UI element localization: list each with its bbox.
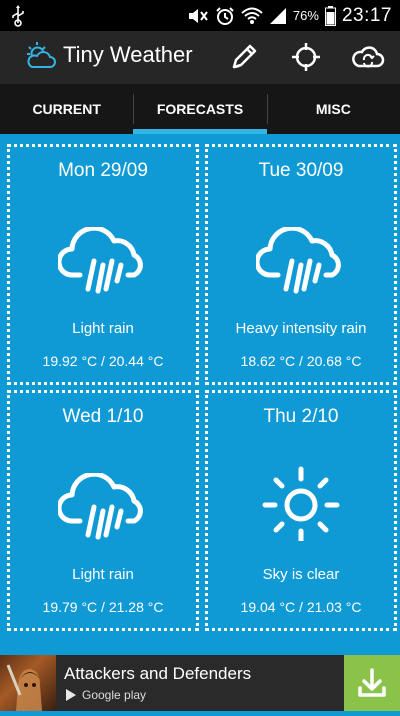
download-icon bbox=[358, 668, 386, 697]
tab-current[interactable]: CURRENT bbox=[0, 84, 133, 134]
tab-forecasts[interactable]: FORECASTS bbox=[133, 84, 267, 134]
ad-store-label: Google play bbox=[82, 688, 147, 702]
sun-icon bbox=[262, 466, 340, 541]
pencil-icon bbox=[232, 44, 257, 69]
play-store-icon bbox=[66, 689, 76, 701]
forecast-date: Mon 29/09 bbox=[58, 160, 148, 181]
forecast-date: Wed 1/10 bbox=[62, 406, 144, 427]
forecast-temperature: 19.79 °C / 21.28 °C bbox=[42, 599, 164, 615]
forecast-grid: Mon 29/09 Light rain 19.92 °C / 20.44 °C… bbox=[0, 134, 400, 655]
forecast-description: Light rain bbox=[72, 566, 134, 583]
tab-bar: CURRENT FORECASTS MISC bbox=[0, 84, 400, 134]
wifi-icon bbox=[241, 7, 263, 24]
forecast-date: Thu 2/10 bbox=[263, 406, 339, 427]
forecast-temperature: 19.92 °C / 20.44 °C bbox=[42, 353, 164, 369]
ad-banner[interactable]: Attackers and Defenders Google play bbox=[0, 655, 400, 711]
forecast-card[interactable]: Mon 29/09 Light rain 19.92 °C / 20.44 °C bbox=[7, 144, 199, 385]
app-logo-icon bbox=[27, 42, 56, 68]
sync-button[interactable] bbox=[350, 39, 386, 75]
rain-icon bbox=[256, 227, 341, 294]
forecast-temperature: 18.62 °C / 20.68 °C bbox=[240, 353, 362, 369]
warrior-image bbox=[6, 664, 42, 711]
ad-title: Attackers and Defenders bbox=[64, 664, 252, 683]
forecast-temperature: 19.04 °C / 21.03 °C bbox=[240, 599, 362, 615]
crosshair-icon bbox=[292, 43, 320, 71]
forecast-description: Sky is clear bbox=[262, 566, 340, 583]
edit-button[interactable] bbox=[226, 39, 262, 75]
forecast-card[interactable]: Thu 2/10 Sky is clear 19.04 °C / 21.03 °… bbox=[205, 390, 397, 631]
status-bar: 76% 23:17 bbox=[0, 0, 400, 31]
battery-percent: 76% bbox=[292, 8, 319, 23]
rain-icon bbox=[58, 227, 143, 294]
ad-thumbnail bbox=[0, 655, 56, 711]
signal-icon bbox=[269, 7, 286, 24]
forecast-description: Light rain bbox=[72, 320, 134, 337]
tab-misc[interactable]: MISC bbox=[266, 84, 400, 134]
clock: 23:17 bbox=[341, 4, 392, 26]
forecast-card[interactable]: Wed 1/10 Light rain 19.79 °C / 21.28 °C bbox=[7, 390, 199, 631]
usb-icon bbox=[12, 5, 24, 27]
battery-icon bbox=[324, 5, 336, 26]
rain-icon bbox=[58, 473, 143, 540]
cloud-sync-icon bbox=[352, 46, 385, 68]
forecast-description: Heavy intensity rain bbox=[235, 320, 367, 337]
forecast-card[interactable]: Tue 30/09 Heavy intensity rain 18.62 °C … bbox=[205, 144, 397, 385]
action-bar: Tiny Weather bbox=[0, 31, 400, 84]
mute-icon bbox=[188, 8, 208, 23]
alarm-icon bbox=[216, 6, 234, 25]
app-title: Tiny Weather bbox=[63, 42, 193, 67]
locate-button[interactable] bbox=[288, 39, 324, 75]
ad-download-button[interactable] bbox=[344, 655, 400, 711]
ad-store-badge: Google play bbox=[64, 688, 146, 702]
forecast-date: Tue 30/09 bbox=[258, 160, 344, 181]
